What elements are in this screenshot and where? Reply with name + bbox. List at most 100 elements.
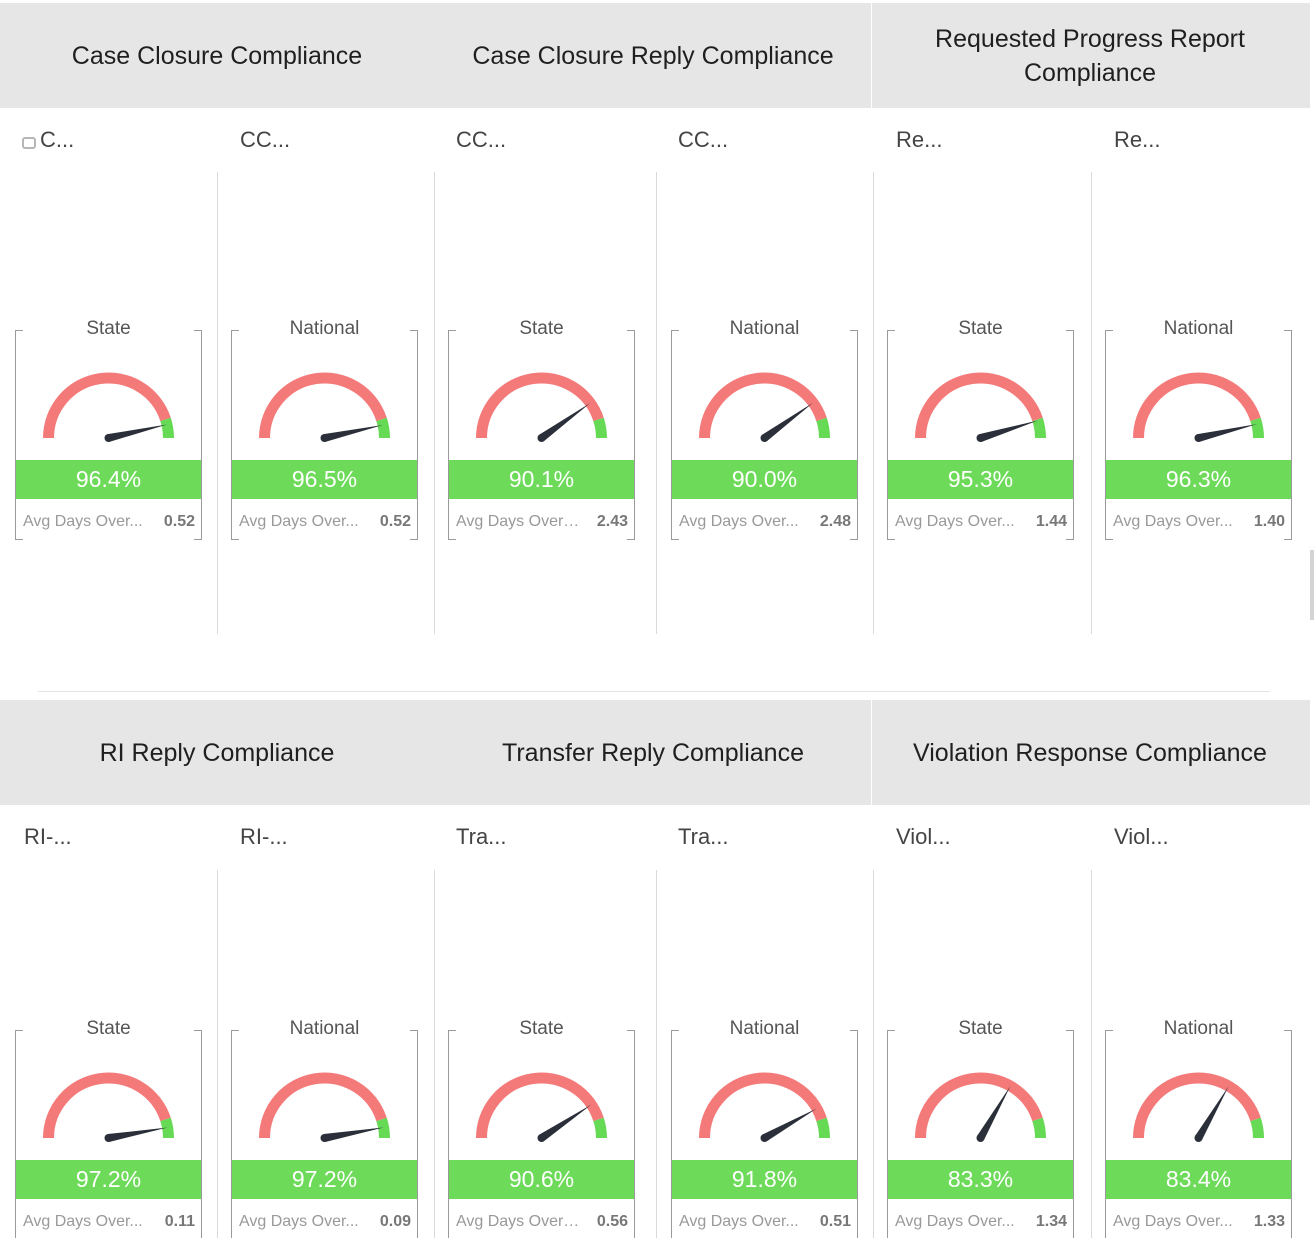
gauge-green-band <box>593 1117 607 1139</box>
gauge-card[interactable]: State 90.1% Avg Days Overd... 2.43 <box>448 318 635 540</box>
gauge-card[interactable]: National 91.8% Avg Days Over... 0.51 <box>671 1018 858 1238</box>
scrollbar-thumb[interactable] <box>1310 550 1314 620</box>
card-corner <box>1066 539 1074 540</box>
column-title[interactable]: Viol... <box>1114 824 1169 850</box>
compliance-value: 90.1% <box>449 460 634 499</box>
gauge-needle <box>1197 424 1257 442</box>
gauge-card[interactable]: National 96.3% Avg Days Over... 1.40 <box>1105 318 1292 540</box>
gauge-red-band <box>699 372 827 439</box>
gauge-card[interactable]: State 96.4% Avg Days Over... 0.52 <box>15 318 202 540</box>
column-title[interactable]: RI-... <box>24 824 72 850</box>
gauge-card[interactable]: State 90.6% Avg Days Overd... 0.56 <box>448 1018 635 1238</box>
gauge-chart <box>259 372 390 442</box>
scope-label: State <box>448 1018 635 1040</box>
column-title[interactable]: Viol... <box>896 824 951 850</box>
avg-days-label: Avg Days Over... <box>239 1213 359 1230</box>
scope-label-text: State <box>80 1018 137 1039</box>
gauge-hub <box>537 434 546 442</box>
card-border-left <box>1105 1030 1106 1238</box>
column-divider <box>217 172 218 634</box>
column-title-text: Tra... <box>456 824 507 849</box>
header-case-closure-reply: Case Closure Reply Compliance <box>472 41 834 70</box>
compliance-value: 90.0% <box>672 460 857 499</box>
scope-label-text: State <box>952 318 1009 339</box>
gauge-hub <box>104 434 113 442</box>
gauge-card[interactable]: National 83.4% Avg Days Over... 1.33 <box>1105 1018 1292 1238</box>
gauge-chart <box>915 1072 1046 1142</box>
avg-days-label: Avg Days Over... <box>1113 1213 1233 1230</box>
column-title[interactable]: CC... <box>678 127 728 153</box>
avg-days-row: Avg Days Over... 2.48 <box>679 513 851 531</box>
external-link-icon[interactable] <box>22 137 36 149</box>
column-divider <box>656 870 657 1238</box>
compliance-value: 97.2% <box>16 1160 201 1199</box>
column-title-text: Viol... <box>1114 824 1169 849</box>
column-title[interactable]: CC... <box>240 127 290 153</box>
card-corner <box>194 539 202 540</box>
header-ri-reply: RI Reply Compliance <box>99 738 335 767</box>
scope-label: State <box>887 1018 1074 1040</box>
column-title[interactable]: CC... <box>456 127 506 153</box>
avg-days-row: Avg Days Over... 1.34 <box>895 1213 1067 1231</box>
gauge-needle <box>762 402 814 442</box>
scope-label: State <box>887 318 1074 340</box>
column-title[interactable]: Re... <box>1114 127 1160 153</box>
card-border-right <box>634 330 635 540</box>
card-corner <box>410 539 418 540</box>
column-divider <box>1091 172 1092 634</box>
gauge-red-band <box>915 372 1043 439</box>
gauge-card[interactable]: State 95.3% Avg Days Over... 1.44 <box>887 318 1074 540</box>
column-title[interactable]: C... <box>22 127 74 153</box>
gauge-hub <box>320 1134 329 1142</box>
avg-days-row: Avg Days Over... 1.40 <box>1113 513 1285 531</box>
card-border-right <box>417 330 418 540</box>
compliance-value: 97.2% <box>232 1160 417 1199</box>
scope-label-text: State <box>513 1018 570 1039</box>
gauge-card[interactable]: State 83.3% Avg Days Over... 1.34 <box>887 1018 1074 1238</box>
column-title-text: Re... <box>896 127 943 152</box>
scope-label: National <box>231 318 418 340</box>
gauge-green-band <box>816 1117 830 1139</box>
scope-label-text: National <box>723 318 806 339</box>
gauge-red-band <box>1133 1072 1261 1139</box>
avg-days-row: Avg Days Over... 0.52 <box>23 513 195 531</box>
avg-days-label: Avg Days Over... <box>23 513 143 530</box>
avg-days-label: Avg Days Over... <box>679 1213 799 1230</box>
gauge-card[interactable]: National 96.5% Avg Days Over... 0.52 <box>231 318 418 540</box>
avg-days-label: Avg Days Over... <box>239 513 359 530</box>
gauge-needle <box>323 1127 384 1142</box>
gauge-green-band <box>816 417 830 439</box>
scope-label: State <box>15 1018 202 1040</box>
avg-days-label: Avg Days Over... <box>23 1213 143 1230</box>
column-divider <box>217 870 218 1238</box>
avg-days-label: Avg Days Overd... <box>456 513 584 530</box>
gauge-card[interactable]: National 97.2% Avg Days Over... 0.09 <box>231 1018 418 1238</box>
gauge-red-band <box>476 1072 604 1139</box>
gauge-chart <box>699 372 830 442</box>
gauge-needle <box>107 1127 168 1142</box>
column-title[interactable]: Tra... <box>456 824 507 850</box>
card-corner <box>627 539 635 540</box>
gauge-red-band <box>699 1072 827 1139</box>
column-divider <box>873 172 874 634</box>
scope-label: National <box>231 1018 418 1040</box>
header-violation-response: Violation Response Compliance <box>913 738 1267 767</box>
column-divider <box>873 870 874 1238</box>
card-border-left <box>231 330 232 540</box>
card-corner <box>15 539 23 540</box>
gauge-card[interactable]: National 90.0% Avg Days Over... 2.48 <box>671 318 858 540</box>
gauge-card[interactable]: State 97.2% Avg Days Over... 0.11 <box>15 1018 202 1238</box>
gauge-needle <box>539 403 591 442</box>
gauge-hub <box>760 434 769 442</box>
column-title[interactable]: Re... <box>896 127 942 153</box>
compliance-value: 90.6% <box>449 1160 634 1199</box>
scope-label: State <box>448 318 635 340</box>
scope-label-text: National <box>723 1018 806 1039</box>
gauge-red-band <box>915 1072 1043 1139</box>
column-title[interactable]: RI-... <box>240 824 288 850</box>
scope-label-text: State <box>513 318 570 339</box>
avg-days-value: 1.34 <box>1035 1213 1067 1230</box>
card-border-left <box>231 1030 232 1238</box>
column-title[interactable]: Tra... <box>678 824 729 850</box>
scope-label: National <box>671 318 858 340</box>
